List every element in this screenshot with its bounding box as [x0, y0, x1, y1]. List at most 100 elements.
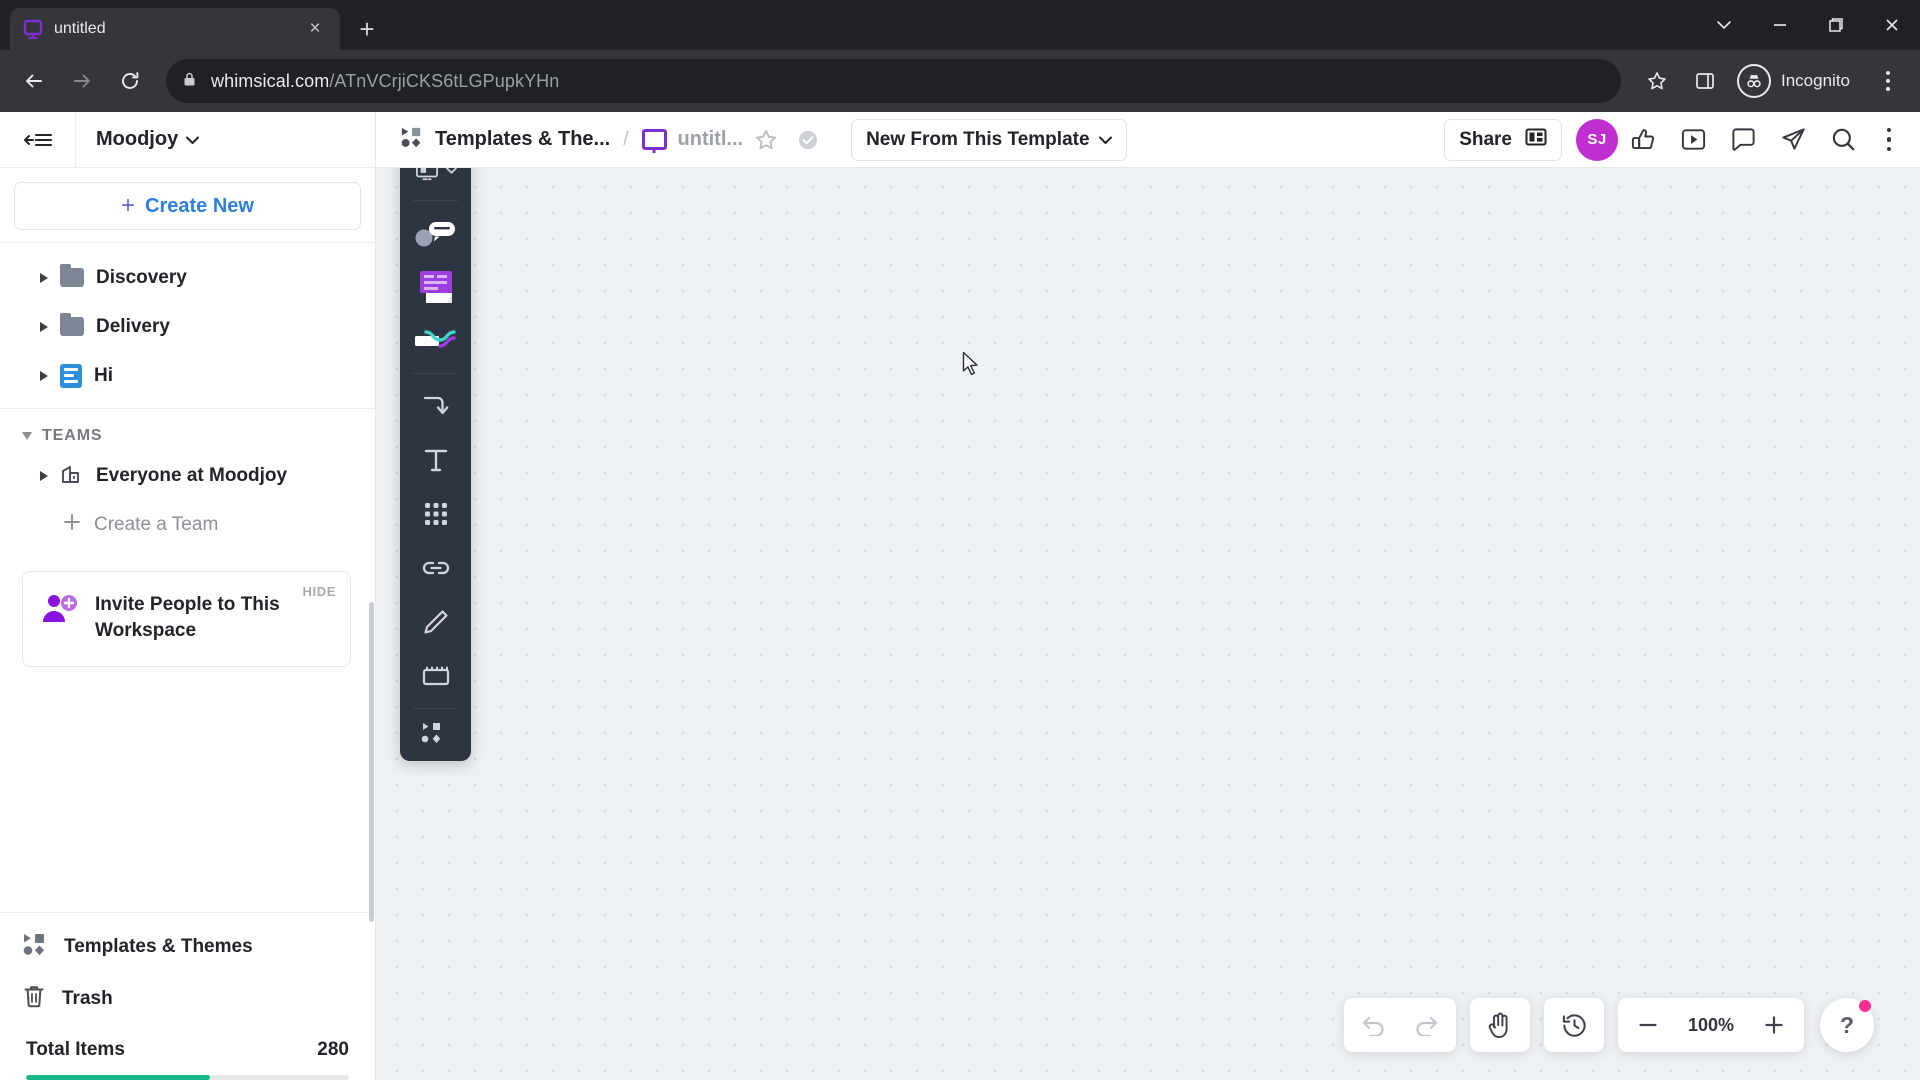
- browser-tab[interactable]: untitled ×: [10, 8, 340, 50]
- expand-triangle-icon[interactable]: [40, 471, 48, 481]
- expand-triangle-icon[interactable]: [40, 370, 48, 381]
- new-from-template-label: New From This Template: [866, 128, 1090, 150]
- sidebar-item-label: Hi: [94, 364, 113, 386]
- link-tool[interactable]: [404, 542, 467, 594]
- sidebar: Moodjoy + Create New Discovery Delivery …: [0, 111, 376, 1080]
- reload-button[interactable]: [108, 59, 152, 103]
- canvas[interactable]: Templates & The... / untitl... New From …: [376, 112, 1920, 1080]
- text-tool[interactable]: [404, 434, 467, 486]
- pen-tool[interactable]: [404, 596, 467, 648]
- card-tool[interactable]: [404, 261, 467, 313]
- star-icon[interactable]: [1635, 59, 1679, 103]
- whimsical-app: Moodjoy + Create New Discovery Delivery …: [0, 111, 1920, 1080]
- search-icon[interactable]: [1818, 115, 1868, 165]
- share-panel-icon: [1525, 127, 1547, 153]
- sidebar-item-hi[interactable]: Hi: [0, 351, 375, 400]
- share-button[interactable]: Share: [1444, 118, 1562, 161]
- browser-menu-button[interactable]: [1868, 59, 1908, 103]
- zoom-out-button[interactable]: [1622, 999, 1674, 1051]
- back-button[interactable]: [12, 59, 56, 103]
- frame-tool[interactable]: [404, 650, 467, 702]
- hand-tool-group: [1470, 998, 1530, 1052]
- close-tab-button[interactable]: ×: [302, 16, 328, 42]
- total-items-progress-bar: [26, 1075, 349, 1080]
- sidebar-bottom-nav: Templates & Themes Trash Total Items 280: [0, 912, 375, 1080]
- hide-invite-button[interactable]: HIDE: [303, 584, 336, 599]
- avatar[interactable]: SJ: [1576, 118, 1618, 161]
- divider: [0, 408, 375, 409]
- collapse-triangle-icon[interactable]: [22, 432, 32, 440]
- divider: [413, 200, 458, 201]
- create-team-label: Create a Team: [94, 514, 219, 535]
- whimsical-logo-icon: [22, 18, 44, 40]
- sidebar-item-everyone-at-moodjoy[interactable]: Everyone at Moodjoy: [0, 451, 375, 501]
- redo-icon[interactable]: [1400, 999, 1452, 1051]
- sidebar-item-label: Templates & Themes: [64, 936, 253, 957]
- mouse-cursor: [962, 351, 980, 382]
- hand-tool-icon[interactable]: [1474, 999, 1526, 1051]
- create-new-button[interactable]: + Create New: [14, 182, 361, 230]
- thumbs-up-icon[interactable]: [1618, 115, 1668, 165]
- help-button[interactable]: ?: [1820, 998, 1874, 1052]
- trash-icon: [22, 984, 46, 1015]
- sidebar-item-label: Discovery: [96, 266, 187, 288]
- sidebar-item-label: Delivery: [96, 315, 170, 337]
- sidebar-item-delivery[interactable]: Delivery: [0, 302, 375, 351]
- teams-section-header[interactable]: TEAMS: [0, 417, 375, 451]
- url-text: whimsical.com/ATnVCrjiCKS6tLGPupkYHn: [211, 70, 560, 91]
- window-controls: [1696, 0, 1920, 50]
- sidebar-header: Moodjoy: [0, 111, 375, 168]
- chevron-down-icon: [1098, 129, 1112, 151]
- breadcrumb-current[interactable]: untitl...: [678, 128, 744, 151]
- zoom-in-button[interactable]: [1748, 999, 1800, 1051]
- collapse-sidebar-icon[interactable]: [0, 111, 76, 168]
- add-person-icon: [41, 592, 79, 631]
- present-icon[interactable]: [1668, 115, 1718, 165]
- close-window-button[interactable]: [1864, 0, 1920, 50]
- connector-tool[interactable]: [404, 380, 467, 432]
- workspace-switcher[interactable]: Moodjoy: [76, 128, 200, 151]
- sticky-note-tool[interactable]: [404, 207, 467, 259]
- lock-icon: [182, 71, 197, 92]
- new-tab-button[interactable]: +: [348, 10, 386, 48]
- teams-label: TEAMS: [42, 427, 103, 444]
- create-team-button[interactable]: Create a Team: [0, 501, 375, 549]
- profile-label: Incognito: [1781, 71, 1850, 90]
- expand-triangle-icon[interactable]: [40, 321, 48, 332]
- maximize-button[interactable]: [1808, 0, 1864, 50]
- new-from-template-button[interactable]: New From This Template: [851, 118, 1127, 161]
- breadcrumb-root[interactable]: Templates & The...: [435, 128, 610, 151]
- expand-triangle-icon[interactable]: [40, 272, 48, 283]
- sidebar-item-trash[interactable]: Trash: [0, 973, 375, 1025]
- undo-icon[interactable]: [1348, 999, 1400, 1051]
- notification-dot: [1859, 1000, 1871, 1012]
- sidebar-item-discovery[interactable]: Discovery: [0, 253, 375, 302]
- forward-button[interactable]: [60, 59, 104, 103]
- sidebar-scrollbar[interactable]: [369, 602, 374, 922]
- plus-icon: [62, 512, 82, 538]
- undo-redo-group: [1344, 998, 1456, 1052]
- more-tools[interactable]: [404, 715, 467, 751]
- grid-tool[interactable]: [404, 488, 467, 540]
- send-icon[interactable]: [1768, 115, 1818, 165]
- comment-icon[interactable]: [1718, 115, 1768, 165]
- create-new-label: Create New: [145, 194, 254, 217]
- tab-search-icon[interactable]: [1696, 0, 1752, 50]
- minimize-button[interactable]: [1752, 0, 1808, 50]
- browser-window: untitled × + whimsical.com/ATnVCrjiCKS6t…: [0, 0, 1920, 1080]
- zoom-level-label[interactable]: 100%: [1674, 1015, 1748, 1036]
- plus-icon: +: [121, 192, 136, 219]
- side-panel-icon[interactable]: [1683, 59, 1727, 103]
- address-bar[interactable]: whimsical.com/ATnVCrjiCKS6tLGPupkYHn: [166, 59, 1621, 103]
- history-group: [1544, 998, 1604, 1052]
- chevron-down-icon: [186, 128, 200, 151]
- sidebar-tree: Discovery Delivery Hi: [0, 243, 375, 400]
- more-options-button[interactable]: [1868, 115, 1910, 165]
- history-icon[interactable]: [1548, 999, 1600, 1051]
- star-icon[interactable]: [747, 121, 785, 159]
- shape-tool[interactable]: [404, 315, 467, 367]
- sidebar-item-templates-and-themes[interactable]: Templates & Themes: [0, 921, 375, 973]
- profile-button[interactable]: Incognito: [1731, 59, 1864, 103]
- invite-people-card[interactable]: HIDE Invite People to This Workspace: [22, 571, 351, 668]
